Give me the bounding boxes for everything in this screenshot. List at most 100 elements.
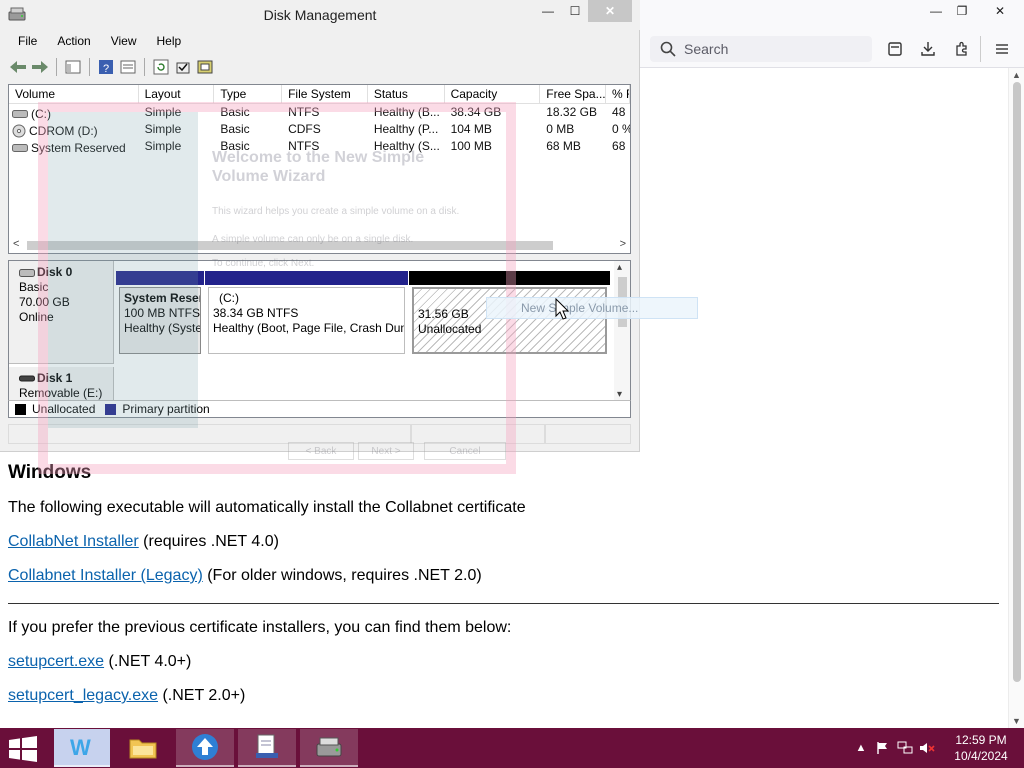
disk-settings-icon[interactable] <box>195 57 215 77</box>
start-button[interactable] <box>8 736 38 767</box>
extensions-icon[interactable] <box>951 38 973 60</box>
row-capacity: 104 MB <box>450 122 492 136</box>
search-box[interactable]: Search <box>650 36 872 62</box>
scroll-right-arrow[interactable]: > <box>620 238 626 250</box>
status-bar <box>8 424 631 444</box>
row-status: Healthy (B... <box>373 105 440 119</box>
collabnet-installer-link[interactable]: CollabNet Installer <box>8 533 139 550</box>
col-percent-free[interactable]: % F <box>606 85 630 104</box>
row-type: Basic <box>220 105 250 119</box>
dm-maximize-button[interactable]: ☐ <box>564 0 586 22</box>
setupcert-link[interactable]: setupcert.exe <box>8 653 104 670</box>
col-layout[interactable]: Layout <box>139 85 215 104</box>
forward-arrow-icon[interactable] <box>30 57 50 77</box>
disk0-label[interactable]: Disk 0 Basic 70.00 GB Online <box>9 261 114 364</box>
legend-unallocated: Unallocated <box>32 402 96 416</box>
partition-c[interactable]: (C:) 38.34 GB NTFS Healthy (Boot, Page F… <box>205 271 408 357</box>
disk0-name: Disk 0 <box>37 265 73 279</box>
partition-status: Unallocated <box>418 322 482 336</box>
show-hide-tree-icon[interactable] <box>63 57 83 77</box>
row-layout: Simple <box>144 122 182 136</box>
dm-close-button[interactable]: ✕ <box>588 0 632 22</box>
disk0-type: Basic <box>19 280 49 294</box>
help-icon[interactable]: ? <box>96 57 116 77</box>
page-scrollbar[interactable]: ▲ ▼ <box>1008 68 1024 728</box>
col-type[interactable]: Type <box>214 85 283 104</box>
scroll-down-arrow[interactable]: ▾ <box>617 389 622 400</box>
scroll-down-arrow[interactable]: ▼ <box>1012 716 1021 726</box>
scroll-up-arrow[interactable]: ▲ <box>1012 70 1021 80</box>
row-file-system: CDFS <box>288 122 321 136</box>
partition-size: 100 MB NTFS <box>124 306 201 320</box>
network-icon[interactable] <box>894 741 916 755</box>
mouse-cursor-icon <box>555 298 569 320</box>
legend: Unallocated Primary partition <box>8 400 631 418</box>
clock[interactable]: 12:59 PM 10/4/2024 <box>944 732 1018 764</box>
previous-installers-text: If you prefer the previous certificate i… <box>8 619 512 636</box>
collabnet-legacy-installer-link[interactable]: Collabnet Installer (Legacy) <box>8 567 203 584</box>
volume-list-hscrollbar[interactable]: < > <box>9 237 630 253</box>
taskbar-app-wavebrowser[interactable]: W <box>54 729 110 767</box>
table-row[interactable]: System Reserved Simple Basic NTFS Health… <box>9 139 630 156</box>
partition-system-reserved[interactable]: System Reser 100 MB NTFS Healthy (Syste <box>116 271 204 357</box>
show-hidden-icons-chevron-icon[interactable]: ▲ <box>850 742 872 754</box>
partition-title: System Reser <box>124 291 201 305</box>
downloads-icon[interactable] <box>917 38 939 60</box>
table-row[interactable]: CDROM (D:) Simple Basic CDFS Healthy (P.… <box>9 122 630 139</box>
menu-view[interactable]: View <box>101 32 147 52</box>
unallocated-swatch <box>15 403 26 415</box>
system-tray: ▲ 12:59 PM 10/4/2024 <box>850 728 1024 768</box>
taskbar-app-file-explorer[interactable] <box>114 729 172 767</box>
table-row[interactable]: (C:) Simple Basic NTFS Healthy (B... 38.… <box>9 105 630 122</box>
close-button[interactable]: ✕ <box>984 0 1016 22</box>
upload-arrow-icon <box>192 734 218 760</box>
status-pane <box>411 424 545 444</box>
clock-date: 10/4/2024 <box>954 749 1008 763</box>
row-layout: Simple <box>144 105 182 119</box>
taskbar-app-installer[interactable] <box>176 729 234 767</box>
menu-file[interactable]: File <box>8 32 47 52</box>
disk-view-scrollbar[interactable]: ▴ ▾ <box>614 261 630 401</box>
col-capacity[interactable]: Capacity <box>445 85 541 104</box>
disk1-name: Disk 1 <box>37 371 73 385</box>
disk-management-window: Disk Management — ☐ ✕ File Action View H… <box>0 0 640 452</box>
volume-muted-icon[interactable] <box>916 741 938 755</box>
menu-icon[interactable] <box>991 38 1013 60</box>
taskbar-app-disk-management[interactable] <box>300 729 358 767</box>
disk-management-taskbar-icon <box>316 737 342 757</box>
row-type: Basic <box>220 139 250 153</box>
menu-action[interactable]: Action <box>47 32 100 52</box>
setupcert-legacy-line: setupcert_legacy.exe (.NET 2.0+) <box>8 686 1003 706</box>
hscroll-thumb[interactable] <box>27 241 553 250</box>
flag-icon[interactable] <box>872 741 894 755</box>
search-icon <box>660 41 676 57</box>
setupcert-legacy-note: (.NET 2.0+) <box>158 687 246 704</box>
row-file-system: NTFS <box>288 139 320 153</box>
section-heading: Windows <box>8 462 92 483</box>
reader-view-icon[interactable] <box>884 38 906 60</box>
properties-icon[interactable] <box>118 57 138 77</box>
back-arrow-icon[interactable] <box>8 57 28 77</box>
dm-minimize-button[interactable]: — <box>538 0 558 22</box>
partition-size: 38.34 GB NTFS <box>213 306 299 320</box>
primary-partition-bar <box>116 271 204 285</box>
refresh-icon[interactable] <box>151 57 171 77</box>
row-status: Healthy (S... <box>373 139 440 153</box>
restore-button[interactable]: ❐ <box>946 0 978 22</box>
menu-help[interactable]: Help <box>147 32 192 52</box>
setupcert-legacy-link[interactable]: setupcert_legacy.exe <box>8 687 158 704</box>
primary-partition-bar <box>205 271 408 285</box>
col-status[interactable]: Status <box>368 85 445 104</box>
scroll-left-arrow[interactable]: < <box>13 238 19 250</box>
col-file-system[interactable]: File System <box>282 85 368 104</box>
context-menu-new-simple-volume[interactable]: New Simple Volume... <box>486 297 698 319</box>
taskbar-app-document[interactable] <box>238 729 296 767</box>
cdrom-icon <box>12 124 26 137</box>
scroll-up-arrow[interactable]: ▴ <box>617 262 622 273</box>
scroll-thumb[interactable] <box>1013 82 1021 682</box>
check-disk-icon[interactable] <box>173 57 193 77</box>
dm-title-bar: Disk Management — ☐ ✕ <box>0 0 640 30</box>
col-free-space[interactable]: Free Spa... <box>540 85 607 104</box>
col-volume[interactable]: Volume <box>9 85 139 104</box>
partition-title: (C:) <box>219 291 239 305</box>
